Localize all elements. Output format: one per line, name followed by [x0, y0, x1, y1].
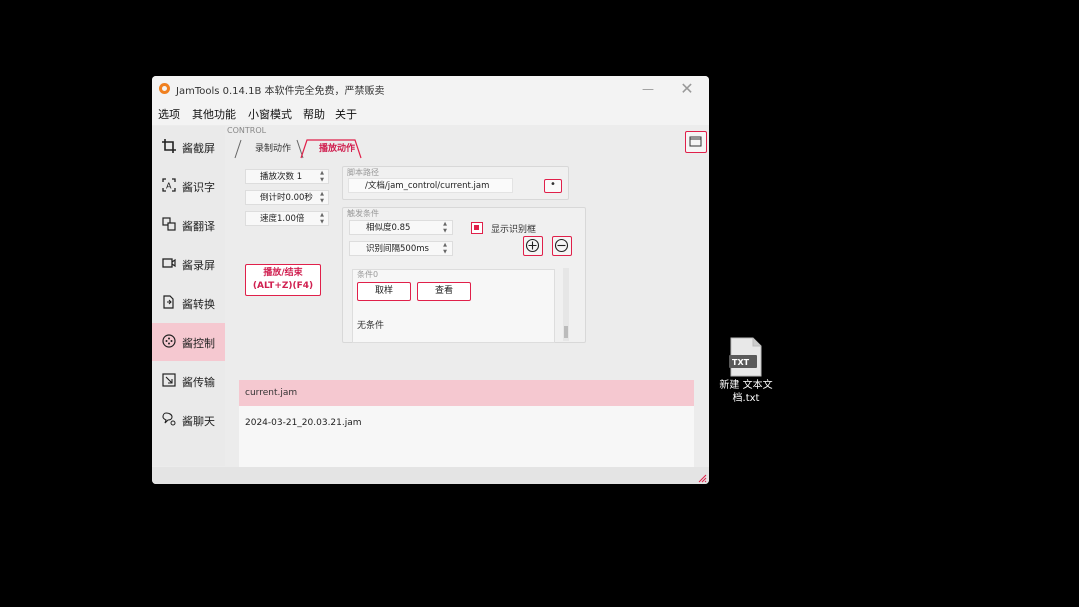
sidebar-item-label: 酱截屏: [182, 142, 215, 155]
chat-icon: [162, 412, 176, 426]
screen-record-icon: [162, 258, 176, 268]
app-logo-icon: [159, 83, 170, 94]
window-icon: [689, 136, 702, 147]
text-recognize-icon: A: [162, 178, 176, 192]
speed-spinner[interactable]: 速度1.00倍 ▲ ▼: [245, 211, 329, 226]
sample-button[interactable]: 取样: [357, 282, 411, 301]
play-stop-label: 播放/结束: [263, 268, 303, 278]
sidebar-item-label: 酱转换: [182, 298, 215, 311]
show-detect-box-label: 显示识别框: [491, 225, 537, 235]
remove-condition-button[interactable]: [552, 236, 572, 256]
play-count-spinner[interactable]: 播放次数 1 ▲ ▼: [245, 169, 329, 184]
sidebar-item-control[interactable]: 酱控制: [152, 323, 225, 361]
play-count-value: 播放次数 1: [260, 172, 303, 182]
menu-about[interactable]: 关于: [335, 106, 357, 122]
sidebar-item-label: 酱聊天: [182, 415, 215, 428]
window-title: JamTools 0.14.1B 本软件完全免费，严禁贩卖: [176, 86, 385, 97]
float-window-button[interactable]: [685, 131, 707, 153]
sidebar-item-transfer[interactable]: 酱传输: [152, 362, 225, 400]
minus-circle-icon: [554, 238, 569, 253]
sidebar-item-chat[interactable]: 酱聊天: [152, 401, 225, 439]
play-stop-shortcut: (ALT+Z)(F4): [252, 281, 314, 291]
sidebar-item-translate[interactable]: 酱翻译: [152, 206, 225, 244]
similarity-spinner[interactable]: 相似度0.85 ▲ ▼: [349, 220, 453, 235]
script-path-group: 脚本路径 /文档/jam_control/current.jam •: [342, 166, 569, 200]
interval-spinner[interactable]: 识别间隔500ms ▲ ▼: [349, 241, 453, 256]
control-panel: CONTROL 录制动作 播放动作 播放次数 1 ▲ ▼ 倒计时0.00秒 ▲ ▼ …: [225, 126, 709, 484]
condition-scrollbar[interactable]: [563, 268, 569, 341]
spinner-arrows-icon[interactable]: ▲ ▼: [320, 170, 324, 184]
condition-0-title: 条件0: [357, 270, 379, 279]
crop-icon: [162, 139, 176, 153]
plus-circle-icon: [525, 238, 540, 253]
browse-button[interactable]: •: [544, 179, 562, 193]
countdown-value: 倒计时0.00秒: [260, 193, 313, 203]
trigger-condition-group: 触发条件 相似度0.85 ▲ ▼ 识别间隔500ms ▲ ▼ 显示识别框 条件0 取…: [342, 207, 586, 343]
view-button[interactable]: 查看: [417, 282, 471, 301]
menu-mini-mode[interactable]: 小窗模式: [248, 106, 292, 122]
menu-bar: 选项 其他功能 小窗模式 帮助 关于: [152, 101, 709, 125]
sidebar-item-ocr[interactable]: A 酱识字: [152, 167, 225, 205]
spinner-arrows-icon[interactable]: ▲ ▼: [320, 212, 324, 226]
convert-icon: [163, 295, 174, 309]
sidebar-item-label: 酱翻译: [182, 220, 215, 233]
desktop-file-name: 新建 文本文 档.txt: [715, 379, 777, 405]
countdown-spinner[interactable]: 倒计时0.00秒 ▲ ▼: [245, 190, 329, 205]
similarity-value: 相似度0.85: [366, 223, 411, 233]
section-label: CONTROL: [227, 126, 267, 135]
sidebar-item-label: 酱控制: [182, 337, 215, 350]
desktop-file-icon[interactable]: TXT 新建 文本文 档.txt: [715, 337, 777, 409]
sidebar: 酱截屏 A 酱识字 酱翻译 酱录屏 酱转换 酱控制 酱传输 酱聊天: [152, 126, 225, 466]
sidebar-item-convert[interactable]: 酱转换: [152, 284, 225, 322]
tab-play-action[interactable]: 播放动作: [307, 138, 367, 158]
script-path-title: 脚本路径: [347, 168, 379, 177]
show-detect-box-checkbox[interactable]: [471, 222, 483, 234]
svg-text:A: A: [166, 182, 172, 191]
sidebar-item-label: 酱识字: [182, 181, 215, 194]
spinner-arrows-icon[interactable]: ▲ ▼: [443, 242, 447, 256]
sidebar-item-label: 酱传输: [182, 376, 215, 389]
translate-icon: [162, 217, 176, 231]
tab-record-action[interactable]: 录制动作: [245, 138, 301, 158]
sidebar-item-screenshot[interactable]: 酱截屏: [152, 128, 225, 166]
script-path-field[interactable]: /文档/jam_control/current.jam: [348, 178, 513, 193]
control-icon: [162, 334, 176, 348]
txt-file-icon: [729, 337, 762, 377]
menu-other-functions[interactable]: 其他功能: [192, 106, 236, 122]
file-name-line: 新建 文本文: [719, 380, 773, 391]
menu-help[interactable]: 帮助: [303, 106, 325, 122]
add-condition-button[interactable]: [523, 236, 543, 256]
play-stop-button[interactable]: 播放/结束 (ALT+Z)(F4): [245, 264, 321, 296]
close-button[interactable]: ✕: [672, 79, 702, 99]
app-window: JamTools 0.14.1B 本软件完全免费，严禁贩卖 — ✕ 选项 其他功…: [152, 76, 709, 484]
resize-grip-icon[interactable]: [697, 473, 707, 483]
condition-0-group: 条件0 取样 查看 无条件: [352, 269, 555, 343]
file-name-line: 档.txt: [732, 393, 760, 404]
minimize-button[interactable]: —: [633, 79, 663, 99]
sidebar-item-screen-record[interactable]: 酱录屏: [152, 245, 225, 283]
file-type-badge: TXT: [732, 358, 750, 367]
title-bar[interactable]: JamTools 0.14.1B 本软件完全免费，严禁贩卖 — ✕: [152, 76, 709, 101]
menu-options[interactable]: 选项: [158, 106, 180, 122]
status-bar: [152, 467, 709, 484]
sidebar-item-label: 酱录屏: [182, 259, 215, 272]
trigger-title: 触发条件: [347, 209, 379, 218]
speed-value: 速度1.00倍: [260, 214, 305, 224]
list-item[interactable]: current.jam: [239, 380, 694, 406]
list-item[interactable]: 2024-03-21_20.03.21.jam: [239, 410, 694, 436]
transfer-icon: [162, 373, 176, 387]
spinner-arrows-icon[interactable]: ▲ ▼: [320, 191, 324, 205]
interval-value: 识别间隔500ms: [366, 244, 429, 254]
condition-text: 无条件: [357, 321, 385, 331]
spinner-arrows-icon[interactable]: ▲ ▼: [443, 221, 447, 235]
